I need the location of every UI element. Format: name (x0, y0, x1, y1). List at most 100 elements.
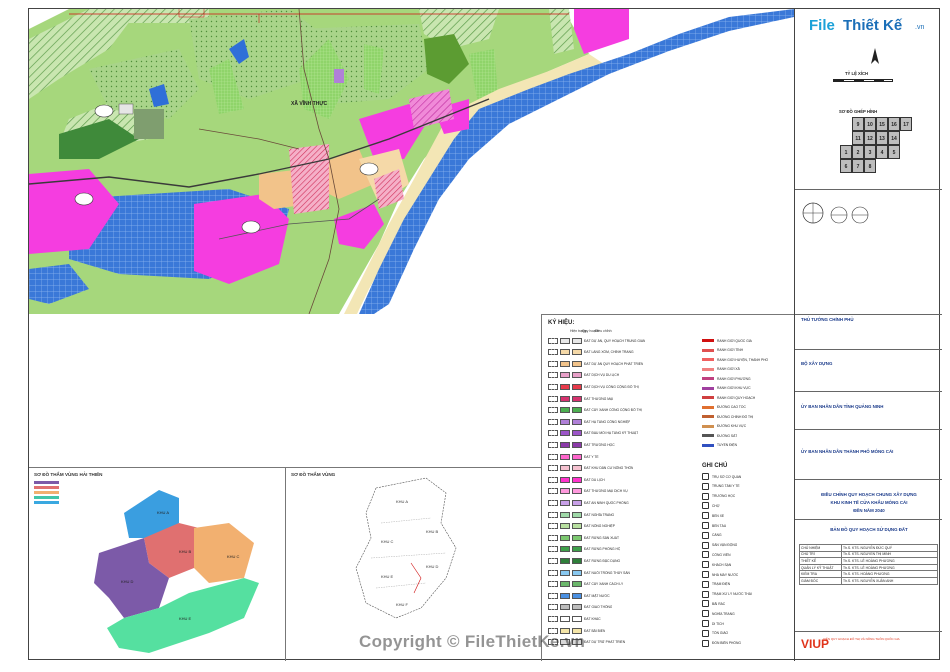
sheet-index-cell[interactable]: 15 (876, 117, 888, 131)
legend-item: RANH GIỚI KHU VỰC (702, 385, 751, 392)
svg-text:KHU B: KHU B (426, 529, 439, 534)
sheet-index-cell[interactable]: 6 (840, 159, 852, 173)
zone-symbol-icon (830, 206, 848, 224)
legend-item: ĐẤT HẠ TẦNG CÔNG NGHIỆP (548, 418, 630, 425)
legend-label: ĐƯỜNG KHU VỰC (717, 424, 747, 428)
svg-text:KHU B: KHU B (179, 549, 192, 554)
legend-swatch (548, 488, 558, 495)
project-line-3: ĐẾN NĂM 2040 (853, 508, 885, 513)
sheet-index-cell[interactable]: 1 (840, 145, 852, 159)
legend-col-head: Điều chỉnh (595, 329, 612, 333)
approver: THỦ TƯỚNG CHÍNH PHỦ (801, 317, 854, 322)
svg-text:KHU F: KHU F (396, 602, 409, 607)
project-line-1: ĐIỀU CHỈNH QUY HOẠCH CHUNG XÂY DỰNG (821, 492, 917, 497)
staff-name: Th.S. KTS. HOÀNG PHƯƠNG (841, 570, 938, 578)
legend-label: ĐẤT DỰ ÁN QUY HOẠCH PHÁT TRIỂN (584, 361, 644, 366)
legend-label: ĐẤT HẠ TẦNG CÔNG NGHIỆP (584, 419, 631, 424)
svg-text:KHU E: KHU E (381, 574, 394, 579)
symbol-item: TRUNG TÂM Y TẾ (702, 482, 740, 490)
legend-item: RANH GIỚI XÃ (702, 366, 740, 373)
sheet-index-cell[interactable]: 17 (900, 117, 912, 131)
legend-label: RANH GIỚI TỈNH (717, 348, 744, 352)
legend-label: ĐẤT KHÁC (584, 616, 601, 621)
staff-row: KIỂM TRA Th.S. KTS. HOÀNG PHƯƠNG (799, 570, 938, 578)
sheet-index-cell[interactable]: 9 (852, 117, 864, 131)
submap-left[interactable]: SƠ ĐỒ THẨM VÙNG HẢI THIẾN KHU A KHU B KH… (29, 467, 285, 661)
legend-swatch (572, 546, 582, 553)
symbol-label: TÔN GIÁO (712, 631, 729, 636)
legend-swatch (560, 337, 570, 344)
staff-row: GIÁM ĐỐC Th.S. KTS. NGUYỄN XUÂN ANH (799, 576, 938, 585)
sheet-index-cell[interactable]: 10 (864, 117, 876, 131)
legend-swatch (572, 511, 582, 518)
land-use-map (29, 9, 794, 314)
symbol-item: BẾN TÀU (702, 522, 726, 529)
legend-swatch (548, 581, 558, 588)
main-map[interactable]: XÃ VĨNH THỰC (29, 9, 794, 314)
sheet-index-cell[interactable]: 2 (852, 145, 864, 159)
legend-swatch (548, 557, 558, 564)
staff-role: GIÁM ĐỐC (799, 576, 842, 585)
legend-item: ĐẤT NÔNG NGHIỆP (548, 523, 615, 530)
legend-line-swatch (702, 386, 714, 390)
zone-marker[interactable] (94, 104, 114, 118)
place-label: XÃ VĨNH THỰC (291, 101, 328, 107)
sheet-index-cell[interactable]: 14 (888, 131, 900, 145)
site-logo[interactable]: File Thiết Kế .vn (807, 15, 932, 49)
sheet-index-cell[interactable]: 12 (864, 131, 876, 145)
legend-label: RANH GIỚI HUYỆN, THÀNH PHỐ (717, 357, 769, 362)
company-name: VIỆN QUY HOẠCH ĐÔ THỊ VÀ NÔNG THÔN QUỐC … (823, 637, 900, 641)
symbol-label: CÔNG VIÊN (712, 552, 731, 557)
province-authority: ỦY BAN NHÂN DÂN TỈNH QUẢNG NINH (801, 404, 884, 409)
legend-label: ĐẤT DỰ TRỮ PHÁT TRIỂN (584, 640, 626, 645)
legend-swatch (572, 383, 582, 390)
legend-item: ĐƯỜNG CHÍNH ĐÔ THỊ (702, 413, 753, 420)
legend-swatch (572, 557, 582, 564)
legend-swatch (560, 534, 570, 541)
legend-swatch (560, 499, 570, 506)
sheet-index-grid[interactable]: 9 10 15 16 17 11 12 13 14 1 2 3 4 5 6 7 8 (840, 117, 915, 187)
legend-swatch (572, 441, 582, 448)
legend-swatch (548, 430, 558, 437)
sheet-index-cell[interactable]: 7 (852, 159, 864, 173)
legend-notes (801, 197, 937, 227)
sheet-index-cell[interactable]: 5 (888, 145, 900, 159)
staff-row: CHỦ TRÌ Th.S. KTS. NGUYỄN THỊ MINH (799, 550, 938, 559)
symbol-label: BÃI RÁC (712, 601, 726, 606)
sheet-index-cell[interactable]: 4 (876, 145, 888, 159)
legend-label: ĐƯỜNG CHÍNH ĐÔ THỊ (717, 414, 754, 419)
legend-swatch (572, 407, 582, 414)
svg-text:KHU C: KHU C (381, 539, 394, 544)
sheet-index-cell[interactable]: 11 (852, 131, 864, 145)
svg-text:KHU A: KHU A (157, 510, 169, 515)
sheet-index-cell[interactable]: 16 (888, 117, 900, 131)
map-symbol-icon (702, 551, 709, 559)
logo-text-thietke: Thiết Kế (843, 17, 903, 34)
map-symbol-icon (702, 580, 709, 588)
sheet-index-cell[interactable]: 13 (876, 131, 888, 145)
legend-swatch (572, 488, 582, 495)
legend-swatch (572, 337, 582, 344)
legend-swatch (560, 430, 570, 437)
legend-label: ĐẤT DỊCH VỤ DU LỊCH (584, 373, 620, 378)
legend-swatch (560, 592, 570, 599)
legend-swatch (560, 395, 570, 402)
legend-swatch (572, 395, 582, 402)
legend-item: ĐẤT LÀNG XÓM, CHỈNH TRANG (548, 349, 634, 356)
map-symbol-icon (702, 620, 709, 627)
zone-marker[interactable] (241, 220, 261, 234)
symbol-item: TRẠM ĐIỆN (702, 580, 730, 588)
map-symbol-icon (702, 610, 709, 618)
sheet-index-cell[interactable]: 3 (864, 145, 876, 159)
svg-text:KHU D: KHU D (121, 579, 134, 584)
legend-swatch (560, 488, 570, 495)
sheet-index-cell[interactable]: 8 (864, 159, 876, 173)
legend-label: ĐẤT NUÔI TRỒNG THỦY SẢN (584, 570, 630, 575)
legend-swatch (548, 383, 558, 390)
zone-marker[interactable] (359, 162, 379, 176)
zone-marker[interactable] (74, 192, 94, 206)
legend-swatch (560, 615, 570, 622)
legend-swatch (572, 534, 582, 541)
symbol-item: TÔN GIÁO (702, 629, 729, 637)
legend-swatch (548, 418, 558, 425)
